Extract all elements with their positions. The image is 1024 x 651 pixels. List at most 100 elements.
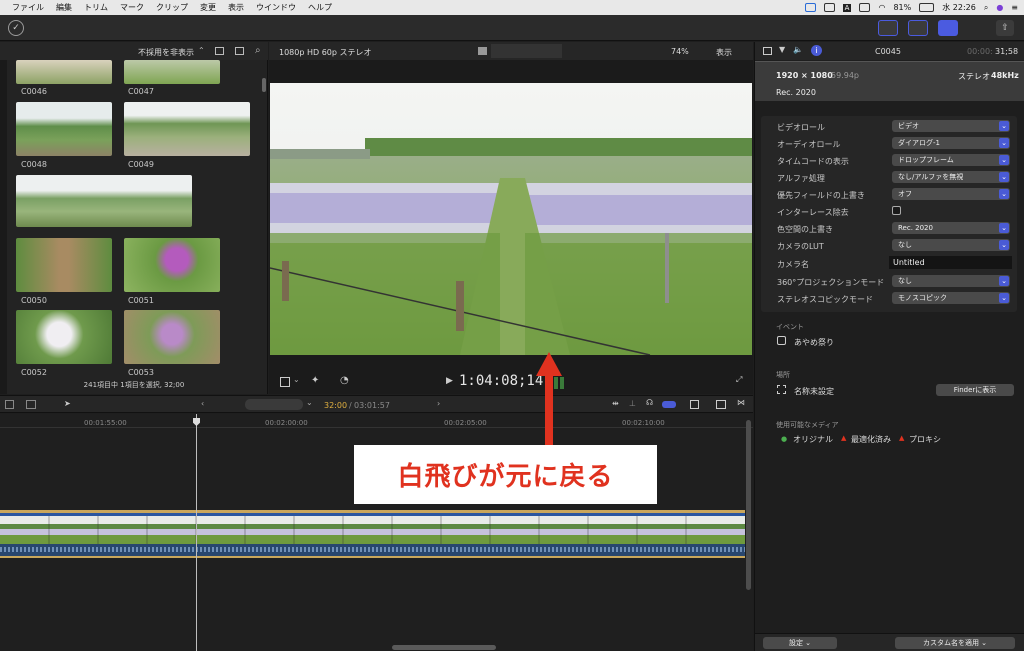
view-menu[interactable]: 表示 <box>716 47 732 58</box>
inspector-footer: 設定 ⌄ カスタム名を適用 ⌄ <box>755 633 1024 651</box>
siri-icon[interactable]: ● <box>996 3 1003 12</box>
browser-scrollbar[interactable] <box>262 78 266 92</box>
deinterlace-checkbox[interactable] <box>892 206 901 215</box>
snapshot-icon[interactable] <box>690 400 699 409</box>
clip-thumbnail[interactable] <box>16 60 112 84</box>
battery-icon[interactable] <box>919 3 935 12</box>
alpha-handling-popup[interactable]: なし/アルファを無視 ⌄ <box>892 171 1010 183</box>
inspector-summary: 1920 × 1080 59.94p ステレオ 48kHz Rec. 2020 <box>755 61 1024 101</box>
menu-window[interactable]: ウインドウ <box>256 2 296 13</box>
media-optimized: 最適化済み <box>851 435 891 444</box>
back-chevron-icon[interactable]: ‹ <box>201 399 204 408</box>
settings-button[interactable]: 設定 ⌄ <box>763 637 837 649</box>
show-in-finder-button[interactable]: Finderに表示 <box>936 384 1014 396</box>
clip-view-icon[interactable] <box>716 400 726 409</box>
audio-skimming-icon[interactable]: ☊ <box>646 398 653 407</box>
camera-lut-popup[interactable]: なし ⌄ <box>892 239 1010 251</box>
wifi-icon[interactable]: ◠ <box>878 3 885 12</box>
menu-view[interactable]: 表示 <box>228 2 244 13</box>
control-center-icon[interactable]: ≡ <box>1011 3 1018 12</box>
filter-label[interactable]: 不採用を非表示 <box>138 47 194 58</box>
effects-icon[interactable]: ⋈ <box>737 398 745 407</box>
event-header: イベント <box>776 323 804 331</box>
popup-chevron-icon: ⌄ <box>999 155 1009 165</box>
video-tab-icon[interactable] <box>763 47 772 55</box>
menu-trim[interactable]: トリム <box>84 2 108 13</box>
display-icon[interactable] <box>823 3 835 12</box>
browser-sidebar-edge <box>0 60 7 394</box>
clip-thumbnail[interactable] <box>124 102 250 156</box>
timecode-display-popup[interactable]: ドロップフレーム ⌄ <box>892 154 1010 166</box>
media-header: 使用可能なメディア <box>776 421 839 429</box>
timeline-clip[interactable] <box>0 510 745 558</box>
timecode-display[interactable]: 1:04:08;14 <box>459 373 543 389</box>
share-icon[interactable]: ⇧ <box>996 20 1014 36</box>
play-icon[interactable]: ▶ <box>446 376 453 386</box>
timeline-ruler[interactable]: 00:01:55:00 00:02:00:00 00:02:05:00 00:0… <box>0 414 753 428</box>
menu-help[interactable]: ヘルプ <box>308 2 332 13</box>
audio-tab-icon[interactable]: 🔈 <box>793 45 803 54</box>
transform-chevron-icon[interactable]: ⌄ <box>293 375 300 384</box>
search-icon[interactable]: ⌕ <box>984 3 988 13</box>
clip-appearance-icon[interactable] <box>215 47 224 55</box>
clock[interactable]: 水 22:26 <box>942 2 976 13</box>
menu-modify[interactable]: 変更 <box>200 2 216 13</box>
enhance-wand-icon[interactable]: ✦ <box>311 375 319 386</box>
menu-mark[interactable]: マーク <box>120 2 144 13</box>
append-icon[interactable] <box>26 400 36 409</box>
timeline-toggle-button[interactable] <box>908 20 928 36</box>
audio-role-popup[interactable]: ダイアログ-1 ⌄ <box>892 137 1010 149</box>
clip-thumbnail[interactable] <box>124 310 220 364</box>
clip-appearance-icon[interactable] <box>5 400 14 409</box>
select-tool-icon[interactable]: ➤ <box>64 399 71 408</box>
video-frame[interactable] <box>270 83 752 355</box>
import-check-icon[interactable]: ✓ <box>8 20 24 36</box>
retime-icon[interactable]: ◔ <box>340 375 349 386</box>
projection-mode-popup[interactable]: なし ⌄ <box>892 275 1010 287</box>
filmstrip-icon[interactable] <box>235 47 244 55</box>
fullscreen-icon[interactable]: ⤢ <box>736 375 742 385</box>
viewer-panel: 1080p HD 60p ステレオ 74% 表示 ⌄ ✦ ◔ ▶ 1:04:08… <box>269 42 753 394</box>
camera-name-field[interactable]: Untitled <box>889 256 1012 269</box>
clip-thumbnail[interactable] <box>16 102 112 156</box>
popup-value: ドロップフレーム <box>898 156 954 164</box>
library-icon <box>777 385 786 394</box>
popup-chevron-icon: ⌄ <box>999 172 1009 182</box>
skimming-icon[interactable]: ⇹ <box>612 399 619 408</box>
clip-thumbnail[interactable] <box>124 238 220 292</box>
zoom-menu[interactable]: 74% <box>671 47 689 56</box>
clip-thumbnail[interactable] <box>16 238 112 292</box>
apply-custom-name-button[interactable]: カスタム名を適用 ⌄ <box>895 637 1015 649</box>
keyboard-icon[interactable] <box>859 3 871 12</box>
filter-tab-icon[interactable]: ▼ <box>779 45 785 54</box>
stereoscopic-mode-popup[interactable]: モノスコピック ⌄ <box>892 292 1010 304</box>
field-dominance-popup[interactable]: オフ ⌄ <box>892 188 1010 200</box>
video-role-popup[interactable]: ビデオ ⌄ <box>892 120 1010 132</box>
timeline-scrollbar-horizontal[interactable] <box>392 645 496 650</box>
search-icon[interactable]: ⌕ <box>255 45 261 56</box>
filter-chevron-icon[interactable]: ⌃ <box>198 46 205 55</box>
audio-channels-text: ステレオ <box>958 72 990 81</box>
transform-icon[interactable] <box>280 377 290 387</box>
timeline-scrollbar-vertical[interactable] <box>746 420 751 590</box>
project-chevron-icon[interactable]: ⌄ <box>306 398 313 407</box>
inspector-toggle-button[interactable] <box>938 20 958 36</box>
annotation-callout: 白飛びが元に戻る <box>354 445 657 504</box>
browser-toggle-button[interactable] <box>878 20 898 36</box>
menu-file[interactable]: ファイル <box>12 2 44 13</box>
input-method-icon[interactable]: A <box>842 3 852 12</box>
clip-thumbnail[interactable] <box>124 60 220 84</box>
color-space-popup[interactable]: Rec. 2020 ⌄ <box>892 222 1010 234</box>
clip-thumbnail[interactable] <box>16 175 192 227</box>
snapping-icon[interactable]: ⊥ <box>629 399 636 408</box>
info-tab-icon[interactable]: i <box>811 45 822 56</box>
menu-edit[interactable]: 編集 <box>56 2 72 13</box>
status-app-icon[interactable] <box>804 3 816 12</box>
solo-icon[interactable] <box>662 401 676 408</box>
playhead[interactable] <box>196 414 197 651</box>
forward-chevron-icon[interactable]: › <box>437 399 440 408</box>
menu-clip[interactable]: クリップ <box>156 2 188 13</box>
clip-thumbnail[interactable] <box>16 310 112 364</box>
project-name-field[interactable] <box>245 399 303 410</box>
setting-label: タイムコードの表示 <box>777 157 849 166</box>
